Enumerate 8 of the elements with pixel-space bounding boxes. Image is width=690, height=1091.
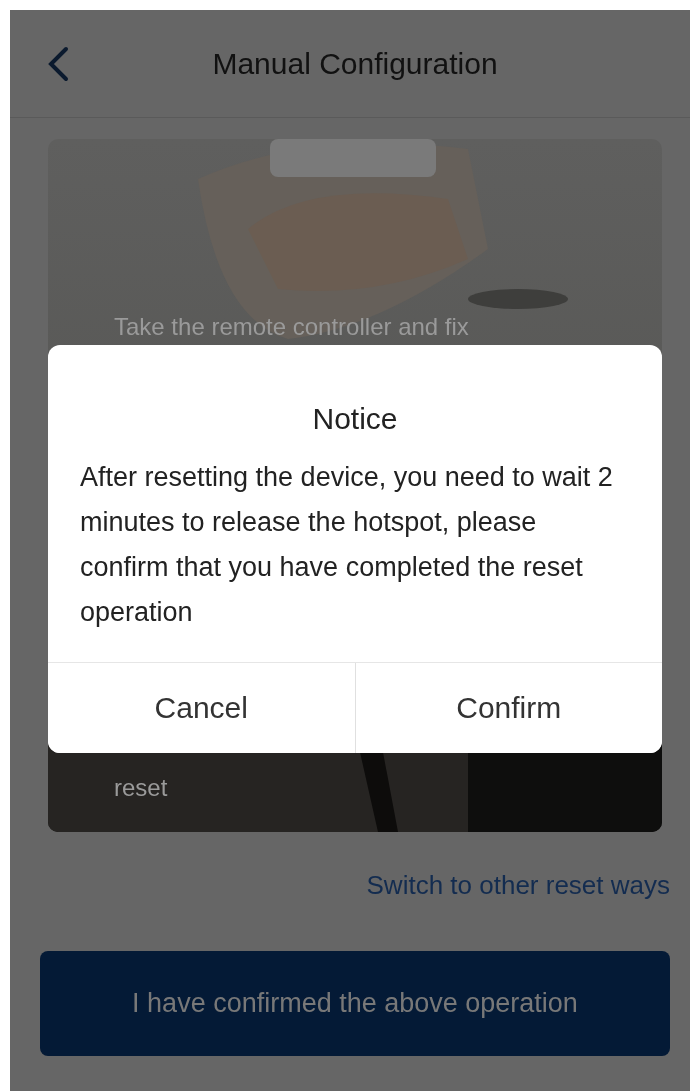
page-title: Manual Configuration	[212, 46, 498, 81]
instruction-text: Take the remote controller and fix	[114, 313, 470, 341]
dialog-title: Notice	[311, 401, 399, 437]
confirm-operation-button[interactable]: I have confirmed the above operation	[40, 951, 670, 1056]
confirm-button[interactable]: Confirm	[354, 663, 662, 753]
dialog-message: After resetting the device, you need to wait 2 minutes to release the hotspot, please confirm that you have completed the reset operation	[79, 461, 614, 629]
back-icon[interactable]	[46, 46, 70, 82]
instruction-text: reset	[114, 774, 169, 802]
